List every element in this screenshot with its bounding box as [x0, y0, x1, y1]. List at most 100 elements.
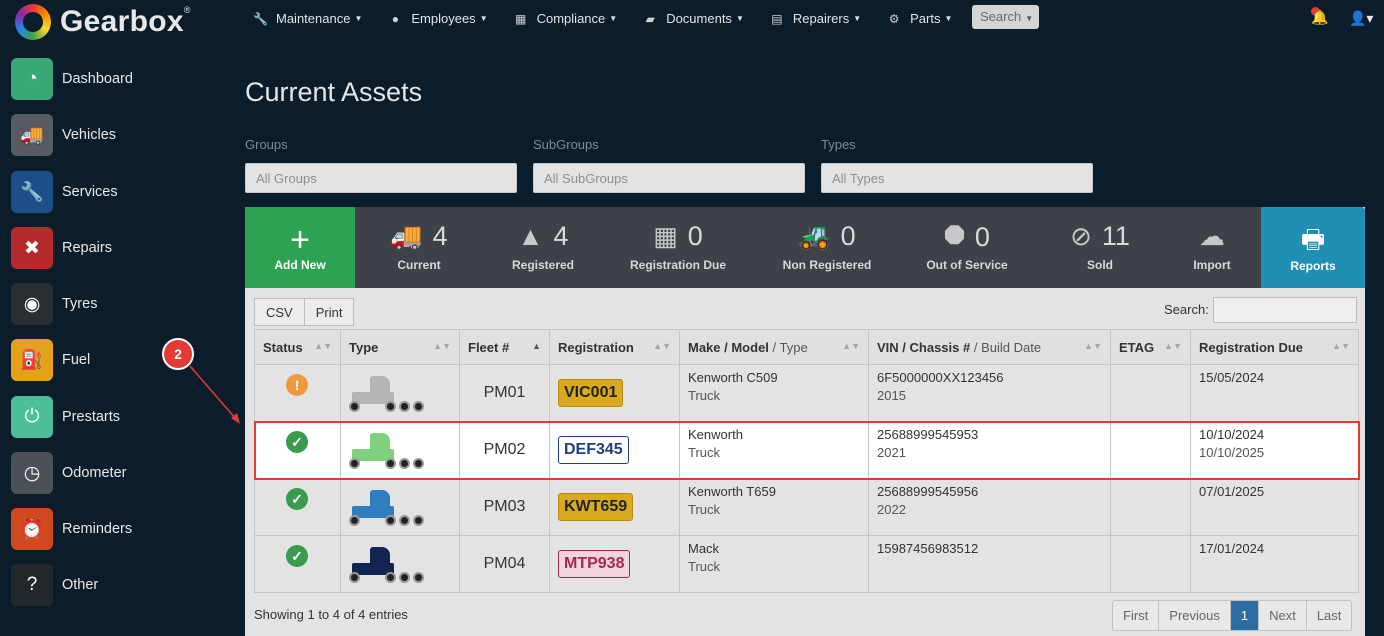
- make-cell: Kenworth T659 Truck: [679, 478, 869, 536]
- calendar-icon: ▦: [514, 11, 527, 26]
- sidebar-item-prestarts[interactable]: ⏻ Prestarts: [11, 396, 120, 438]
- page-previous-button[interactable]: Previous: [1158, 601, 1230, 630]
- table-row[interactable]: ✓ PM02 DEF345 Kenworth Truck 25688999545953 2…: [253, 420, 1360, 480]
- sort-icon: ▲▼: [1084, 341, 1102, 351]
- fuel-icon: ⛽: [11, 339, 53, 381]
- registration-cell: MTP938: [549, 535, 680, 593]
- col-type[interactable]: Type ▲▼: [340, 329, 460, 365]
- sidebar-item-tyres[interactable]: ◉ Tyres: [11, 283, 97, 325]
- assets-panel: + Add New 🚚 4 Current ▲ 4 Registered ▦ 0 Re…: [245, 207, 1365, 636]
- search-button[interactable]: Search ▼: [972, 5, 1039, 29]
- truck-icon: [349, 370, 424, 416]
- col-status[interactable]: Status ▲▼: [254, 329, 341, 365]
- pagination: First Previous 1 Next Last: [1112, 600, 1353, 631]
- octagon-x-icon: ⯃: [944, 221, 965, 251]
- stat-registered[interactable]: ▲ 4 Registered: [495, 207, 591, 288]
- caret-down-icon: ▼: [609, 14, 618, 23]
- col-registration[interactable]: Registration ▲▼: [549, 329, 680, 365]
- registration-plate[interactable]: KWT659: [558, 493, 634, 521]
- col-make-model[interactable]: Make / Model / Type ▲▼: [679, 329, 869, 365]
- col-etag[interactable]: ETAG ▲▼: [1110, 329, 1191, 365]
- vin-cell: 25688999545956 2022: [868, 478, 1111, 536]
- nav-repairers[interactable]: ▤ Repairers ▼: [770, 11, 861, 26]
- table-info: Showing 1 to 4 of 4 entries: [254, 607, 408, 622]
- sidebar-item-vehicles[interactable]: 🚚 Vehicles: [11, 114, 116, 156]
- types-label: Types: [821, 137, 856, 152]
- annotation-marker: 2: [162, 338, 194, 370]
- cloud-upload-icon: ☁: [1199, 221, 1225, 251]
- page-next-button[interactable]: Next: [1258, 601, 1306, 630]
- tractor-icon: 🚜: [798, 221, 831, 251]
- table-row[interactable]: ! PM01 VIC001 Kenworth C509 Truck 6F5000000X…: [254, 364, 1359, 422]
- csv-button[interactable]: CSV: [254, 298, 305, 326]
- truck-icon: [349, 484, 424, 530]
- bell-icon[interactable]: 🔔: [1311, 9, 1328, 26]
- app-logo[interactable]: Gearbox®: [15, 4, 191, 40]
- page-1-button[interactable]: 1: [1229, 601, 1259, 630]
- gear-icon: ⚙: [888, 11, 900, 26]
- nav-documents[interactable]: ▰ Documents ▼: [643, 11, 744, 26]
- fleet-cell[interactable]: PM03: [459, 478, 550, 536]
- page-last-button[interactable]: Last: [1305, 601, 1352, 630]
- table-header-row: Status ▲▼ Type ▲▼ Fleet # ▲ Registration ▲▼ …: [254, 329, 1359, 365]
- registration-plate[interactable]: VIC001: [558, 379, 624, 407]
- folder-icon: ▰: [645, 11, 655, 26]
- types-select[interactable]: All Types: [821, 163, 1093, 193]
- print-button[interactable]: Print: [304, 298, 355, 326]
- caret-down-icon: ▼: [853, 14, 862, 23]
- tools-icon: ✖: [11, 227, 53, 269]
- col-fleet[interactable]: Fleet # ▲: [459, 329, 550, 365]
- vin-cell: 15987456983512: [868, 535, 1111, 593]
- nav-parts[interactable]: ⚙ Parts ▼: [887, 11, 953, 26]
- user-menu-icon[interactable]: 👤▾: [1349, 10, 1373, 27]
- sidebar-item-reminders[interactable]: ⏰ Reminders: [11, 508, 132, 550]
- table-row[interactable]: ✓ PM03 KWT659 Kenworth T659 Truck 2568899954…: [254, 478, 1359, 536]
- stat-out-of-service[interactable]: ⯃ 0 Out of Service: [921, 207, 1013, 288]
- logo-icon: [15, 4, 51, 40]
- registration-plate[interactable]: DEF345: [558, 436, 629, 464]
- sidebar-item-fuel[interactable]: ⛽ Fuel: [11, 339, 90, 381]
- nav-maintenance[interactable]: 🔧 Maintenance ▼: [253, 11, 362, 26]
- app-name: Gearbox: [60, 5, 184, 38]
- subgroups-select[interactable]: All SubGroups: [533, 163, 805, 193]
- sidebar-item-services[interactable]: 🔧 Services: [11, 171, 118, 213]
- stat-non-registered[interactable]: 🚜 0 Non Registered: [775, 207, 879, 288]
- nav-compliance[interactable]: ▦ Compliance ▼: [514, 11, 618, 26]
- check-circle-icon: ✓: [286, 544, 308, 567]
- warning-circle-icon: !: [286, 373, 308, 396]
- stat-current[interactable]: 🚚 4 Current: [373, 207, 465, 288]
- sidebar-item-odometer[interactable]: ◷ Odometer: [11, 452, 126, 494]
- sort-icon: ▲▼: [433, 341, 451, 351]
- etag-cell: [1110, 421, 1191, 479]
- sort-icon: ▲▼: [1332, 341, 1350, 351]
- stat-sold[interactable]: ⊘ 11 Sold: [1060, 207, 1140, 288]
- fleet-cell[interactable]: PM01: [459, 364, 550, 422]
- registration-plate[interactable]: MTP938: [558, 550, 631, 578]
- status-cell: !: [254, 364, 341, 422]
- stat-registration-due[interactable]: ▦ 0 Registration Due: [625, 207, 731, 288]
- registration-due-cell: 15/05/2024: [1190, 364, 1359, 422]
- add-new-button[interactable]: + Add New: [245, 207, 355, 288]
- fleet-cell[interactable]: PM02: [459, 421, 550, 479]
- table-search-input[interactable]: [1213, 297, 1357, 323]
- sort-asc-icon: ▲: [532, 341, 541, 351]
- sidebar-item-repairs[interactable]: ✖ Repairs: [11, 227, 112, 269]
- power-icon: ⏻: [11, 396, 53, 438]
- col-vin[interactable]: VIN / Chassis # / Build Date ▲▼: [868, 329, 1111, 365]
- table-toolbar: CSV Print: [254, 298, 355, 326]
- sidebar-item-dashboard[interactable]: ◔ Dashboard: [11, 58, 133, 100]
- col-registration-due[interactable]: Registration Due ▲▼: [1190, 329, 1359, 365]
- nav-employees[interactable]: ● Employees ▼: [388, 11, 488, 26]
- groups-select[interactable]: All Groups: [245, 163, 517, 193]
- table-row[interactable]: ✓ PM04 MTP938 Mack Truck 15987456983512 17/0…: [254, 535, 1359, 593]
- page-first-button[interactable]: First: [1113, 601, 1159, 630]
- fleet-cell[interactable]: PM04: [459, 535, 550, 593]
- reports-button[interactable]: 🖶 Reports: [1261, 207, 1365, 288]
- top-bar: Gearbox® 🔧 Maintenance ▼ ● Employees ▼ ▦ Comp…: [0, 0, 1384, 40]
- sidebar-item-other[interactable]: ? Other: [11, 564, 98, 606]
- import-button[interactable]: ☁ Import: [1177, 207, 1247, 288]
- registration-due-cell: 07/01/2025: [1190, 478, 1359, 536]
- vin-cell: 25688999545953 2021: [868, 421, 1111, 479]
- etag-cell: [1110, 535, 1191, 593]
- etag-cell: [1110, 478, 1191, 536]
